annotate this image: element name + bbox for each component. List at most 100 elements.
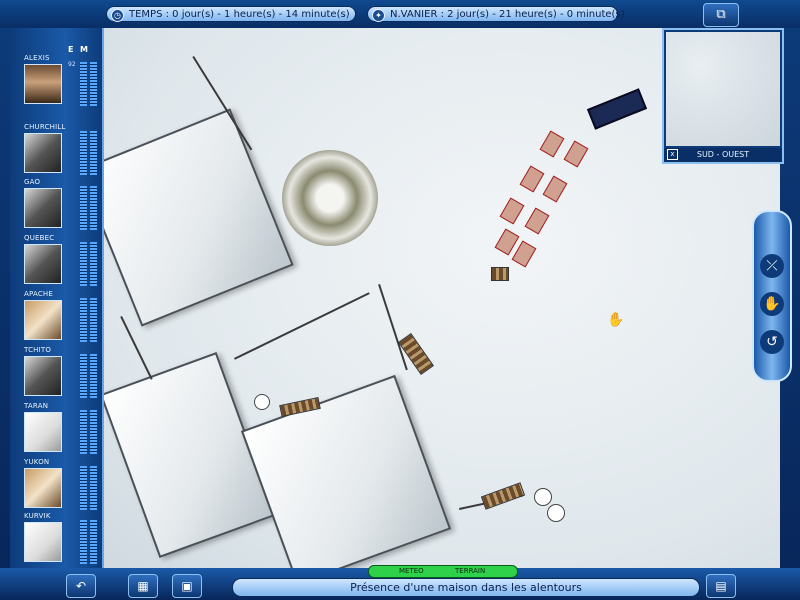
sled-dog[interactable] bbox=[542, 175, 568, 203]
dog-portrait bbox=[24, 133, 62, 173]
energy-gauge bbox=[80, 354, 87, 398]
dog-name: YUKON bbox=[24, 458, 50, 466]
dog-portrait bbox=[24, 356, 62, 396]
fence bbox=[120, 316, 153, 380]
snowball bbox=[547, 504, 565, 522]
energy-gauge bbox=[80, 242, 87, 286]
team-roster-panel: E M ALEXIS 92 CHURCHILL GAO QUEBEC APACH… bbox=[10, 28, 104, 568]
status-message: Présence d'une maison dans les alentours bbox=[232, 578, 700, 597]
dog-portrait bbox=[24, 412, 62, 452]
hand-action-button[interactable]: ✋ bbox=[760, 292, 784, 316]
roster-item-yukon[interactable]: YUKON bbox=[10, 458, 102, 515]
journal-button[interactable]: ▤ bbox=[706, 574, 736, 598]
tab-meteo[interactable]: METEO bbox=[399, 566, 424, 577]
energy-gauge bbox=[80, 298, 87, 342]
woodpile bbox=[480, 482, 526, 510]
morale-gauge bbox=[90, 354, 97, 398]
dog-portrait bbox=[24, 300, 62, 340]
snowy-tree bbox=[282, 150, 378, 246]
morale-gauge bbox=[90, 466, 97, 510]
rotate-action-button[interactable]: ↺ bbox=[760, 330, 784, 354]
sled-dog[interactable] bbox=[524, 207, 550, 235]
roster-item-quebec[interactable]: QUEBEC bbox=[10, 234, 102, 291]
undo-button[interactable]: ↶ bbox=[66, 574, 96, 598]
destination-time-display: ✦ N.VANIER : 2 jour(s) - 21 heure(s) - 0… bbox=[367, 6, 625, 22]
fence bbox=[234, 292, 370, 360]
sled-dog[interactable] bbox=[499, 197, 525, 225]
energy-gauge bbox=[80, 520, 87, 564]
energy-gauge bbox=[80, 131, 87, 175]
minimap-image[interactable] bbox=[666, 32, 780, 146]
ski-icon: ⤫ bbox=[766, 258, 778, 274]
dog-portrait bbox=[24, 522, 62, 562]
sled-dog[interactable] bbox=[563, 140, 589, 168]
fence bbox=[378, 284, 408, 371]
sled-dog[interactable] bbox=[519, 165, 545, 193]
roster-item-kurvik[interactable]: KURVIK bbox=[10, 512, 102, 569]
roster-item-churchill[interactable]: CHURCHILL bbox=[10, 123, 102, 180]
energy-value: 92 bbox=[68, 61, 76, 68]
info-tabs: METEO TERRAIN bbox=[368, 565, 518, 578]
minimap-close-button[interactable]: x bbox=[667, 149, 678, 160]
morale-gauge bbox=[90, 131, 97, 175]
dog-portrait bbox=[24, 188, 62, 228]
musher-portrait bbox=[24, 64, 62, 104]
save-icon: ▣ bbox=[181, 579, 193, 593]
roster-item-apache[interactable]: APACHE bbox=[10, 290, 102, 347]
energy-column-label: E bbox=[68, 45, 74, 54]
dog-name: GAO bbox=[24, 178, 41, 186]
book-icon: ▤ bbox=[715, 579, 727, 593]
energy-gauge bbox=[80, 410, 87, 454]
snowball bbox=[254, 394, 270, 410]
energy-gauge bbox=[80, 466, 87, 510]
roster-item-taran[interactable]: TARAN bbox=[10, 402, 102, 459]
house-roof bbox=[240, 374, 452, 568]
dog-name: ALEXIS bbox=[24, 54, 50, 62]
save-button[interactable]: ▣ bbox=[172, 574, 202, 598]
action-control-pod: ⤫ ✋ ↺ bbox=[752, 210, 792, 382]
morale-gauge bbox=[90, 298, 97, 342]
energy-gauge bbox=[80, 62, 87, 106]
sled-dog[interactable] bbox=[511, 240, 537, 268]
morale-gauge bbox=[90, 62, 97, 106]
hand-cursor-icon: ✋ bbox=[607, 312, 625, 328]
house-roof bbox=[104, 108, 294, 327]
dog-name: APACHE bbox=[24, 290, 54, 298]
window-toggle-button[interactable]: ⧉ bbox=[703, 3, 739, 27]
minimap[interactable]: SUD - OUEST x bbox=[662, 28, 784, 164]
elapsed-time-display: ◷ TEMPS : 0 jour(s) - 1 heure(s) - 14 mi… bbox=[106, 6, 356, 22]
dog-name: TCHITO bbox=[24, 346, 52, 354]
dog-sled[interactable] bbox=[586, 88, 648, 130]
energy-gauge bbox=[80, 186, 87, 230]
morale-gauge bbox=[90, 242, 97, 286]
destination-time-text: N.VANIER : 2 jour(s) - 21 heure(s) - 0 m… bbox=[390, 9, 625, 20]
rotate-icon: ↺ bbox=[766, 334, 778, 350]
snowball bbox=[534, 488, 552, 506]
roster-item-gao[interactable]: GAO bbox=[10, 178, 102, 235]
morale-gauge bbox=[90, 520, 97, 564]
roster-item-tchito[interactable]: TCHITO bbox=[10, 346, 102, 403]
lead-dog-marker bbox=[491, 267, 509, 281]
hand-icon: ✋ bbox=[763, 296, 781, 312]
calendar-button[interactable]: ▦ bbox=[128, 574, 158, 598]
minimap-direction-label: SUD - OUEST bbox=[664, 148, 782, 162]
window-toggle-icon: ⧉ bbox=[716, 7, 726, 22]
undo-icon: ↶ bbox=[75, 579, 87, 593]
calendar-icon: ▦ bbox=[137, 579, 149, 593]
morale-gauge bbox=[90, 410, 97, 454]
roster-item-alexis[interactable]: ALEXIS 92 bbox=[10, 54, 102, 111]
ski-action-button[interactable]: ⤫ bbox=[760, 254, 784, 278]
woodpile bbox=[397, 333, 435, 375]
compass-icon: ✦ bbox=[372, 9, 385, 22]
elapsed-time-text: TEMPS : 0 jour(s) - 1 heure(s) - 14 minu… bbox=[129, 9, 350, 20]
sled-dog[interactable] bbox=[539, 130, 565, 158]
tab-terrain[interactable]: TERRAIN bbox=[455, 566, 485, 577]
dog-portrait bbox=[24, 244, 62, 284]
dog-name: TARAN bbox=[24, 402, 49, 410]
dog-portrait bbox=[24, 468, 62, 508]
dog-name: KURVIK bbox=[24, 512, 51, 520]
dog-name: QUEBEC bbox=[24, 234, 55, 242]
morale-gauge bbox=[90, 186, 97, 230]
dog-name: CHURCHILL bbox=[24, 123, 66, 131]
clock-icon: ◷ bbox=[111, 9, 124, 22]
